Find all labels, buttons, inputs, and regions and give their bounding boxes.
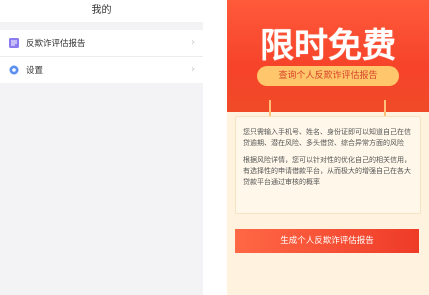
menu-item-label: 设置: [26, 66, 44, 76]
hanger-left: [269, 100, 271, 116]
menu-list: 反欺诈评估报告 › 设置 ›: [0, 30, 203, 83]
hanger-right: [384, 100, 386, 116]
page-title: 我的: [0, 0, 203, 22]
chevron-right-icon: ›: [191, 64, 195, 75]
menu-item-report[interactable]: 反欺诈评估报告 ›: [0, 30, 203, 57]
chevron-right-icon: ›: [191, 37, 195, 48]
report-icon: [8, 37, 20, 49]
banner-title: 限时免费: [260, 26, 396, 66]
query-report-button[interactable]: 查询个人反欺诈评估报告: [257, 66, 399, 86]
description-paragraph-1: 您只需输入手机号、姓名、身份证即可以知道自己在信贷逾期、潜在风险、多头借贷、综合…: [243, 128, 411, 147]
description-card: 您只需输入手机号、姓名、身份证即可以知道自己在信贷逾期、潜在风险、多头借贷、综合…: [235, 116, 421, 214]
my-page: 我的 反欺诈评估报告 › 设置 ›: [0, 0, 203, 295]
generate-report-button[interactable]: 生成个人反欺诈评估报告: [235, 229, 419, 253]
settings-icon: [8, 64, 20, 76]
promo-banner: 限时免费 查询个人反欺诈评估报告: [227, 0, 429, 112]
description-paragraph-2: 根据风险详情，您可以针对性的优化自己的相关信用，有选择性的申请借款平台，从而极大…: [243, 156, 411, 186]
menu-item-settings[interactable]: 设置 ›: [0, 57, 203, 83]
promo-page: 限时免费 查询个人反欺诈评估报告 您只需输入手机号、姓名、身份证即可以知道自己在…: [227, 0, 429, 295]
menu-item-label: 反欺诈评估报告: [26, 39, 86, 49]
